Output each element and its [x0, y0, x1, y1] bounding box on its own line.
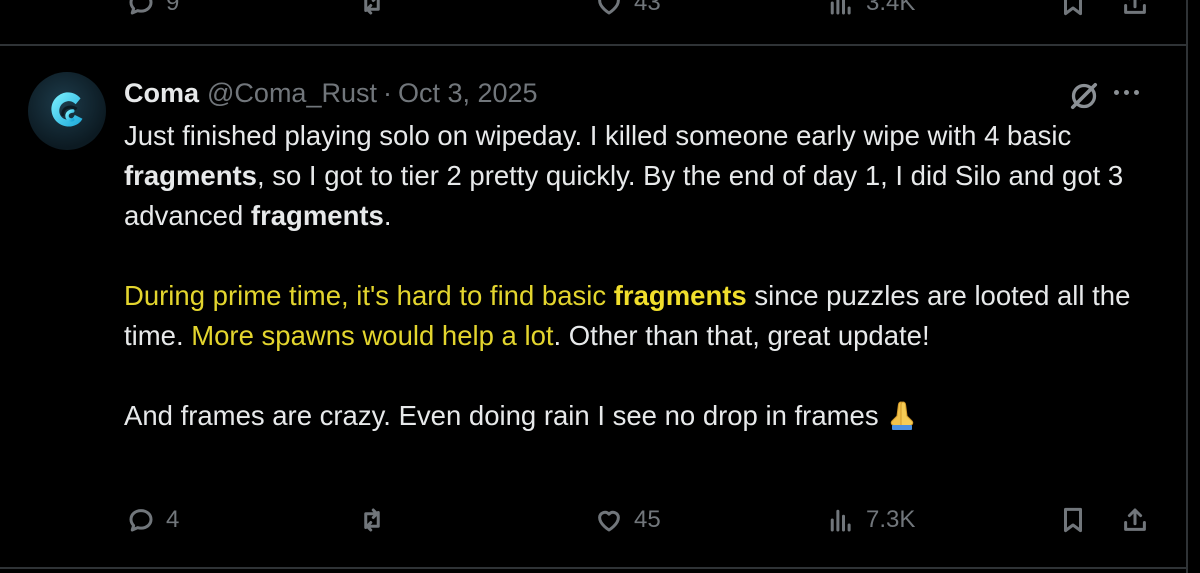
- timeline: 9 43 3.4K Coma @Coma_Rust · Oct 3, 2025 …: [0, 0, 1188, 573]
- views-icon: [830, 509, 851, 532]
- tweet-date[interactable]: Oct 3, 2025: [398, 78, 538, 109]
- logo-icon: [51, 92, 83, 127]
- user-handle[interactable]: @Coma_Rust: [207, 78, 377, 109]
- grok-icon: [1070, 82, 1098, 110]
- views-icon: [830, 0, 851, 15]
- text-run: Just finished playing solo on wipeday. I…: [124, 120, 1072, 151]
- like-button[interactable]: 43: [594, 0, 661, 18]
- tweet-paragraph: During prime time, it's hard to find bas…: [124, 276, 1154, 356]
- bookmark-icon: [1064, 0, 1082, 16]
- bookmark-icon: [1064, 507, 1082, 533]
- reply-icon: [129, 509, 153, 532]
- separator: ·: [382, 78, 392, 108]
- like-button[interactable]: 45: [594, 500, 661, 540]
- retweet-button[interactable]: [356, 0, 388, 18]
- views-count: 7.3K: [866, 506, 916, 533]
- reply-count: 9: [166, 0, 180, 16]
- tweet-actions: 4 45 7.3K: [0, 500, 1186, 540]
- retweet-icon: [364, 508, 380, 532]
- share-button[interactable]: [1120, 500, 1150, 540]
- previous-tweet-actions: 9 43 3.4K: [0, 0, 1186, 46]
- display-name[interactable]: Coma: [124, 78, 199, 109]
- retweet-icon: [364, 0, 380, 15]
- views-button[interactable]: 7.3K: [826, 500, 915, 540]
- views-button[interactable]: 3.4K: [826, 0, 915, 18]
- reply-icon: [129, 0, 153, 15]
- like-count: 45: [634, 506, 661, 533]
- tweet-text: Just finished playing solo on wipeday. I…: [124, 116, 1154, 436]
- highlighted-text: More spawns would help a lot: [191, 320, 554, 351]
- views-count: 3.4K: [866, 0, 916, 16]
- text-run: And frames are crazy. Even doing rain I …: [124, 400, 879, 431]
- reply-button[interactable]: 9: [126, 0, 179, 18]
- divider: [0, 567, 1186, 569]
- text-run: . Other than that, great update!: [553, 320, 930, 351]
- tweet-paragraph: And frames are crazy. Even doing rain I …: [124, 396, 1154, 436]
- text-run: .: [383, 200, 392, 231]
- highlighted-bold-term: fragments: [613, 280, 747, 311]
- reply-button[interactable]: 4: [126, 500, 179, 540]
- like-icon: [598, 510, 620, 532]
- tweet[interactable]: Coma @Coma_Rust · Oct 3, 2025 Just finis…: [0, 48, 1186, 567]
- retweet-button[interactable]: [356, 500, 388, 540]
- bold-term: fragments: [250, 200, 384, 231]
- share-button[interactable]: [1120, 0, 1150, 18]
- bookmark-button[interactable]: [1058, 0, 1088, 18]
- highlighted-text: During prime time, it's hard to find bas…: [124, 280, 614, 311]
- share-icon: [1124, 0, 1146, 14]
- more-icon[interactable]: [1114, 90, 1139, 95]
- tweet-header: Coma @Coma_Rust · Oct 3, 2025: [124, 78, 538, 110]
- bold-term: fragments: [124, 160, 257, 191]
- grok-button[interactable]: [1066, 78, 1102, 114]
- bookmark-button[interactable]: [1058, 500, 1088, 540]
- folded-hands-icon: [885, 399, 919, 431]
- reply-count: 4: [166, 506, 180, 533]
- tweet-paragraph: Just finished playing solo on wipeday. I…: [124, 116, 1154, 236]
- avatar[interactable]: [28, 72, 106, 150]
- share-icon: [1124, 508, 1146, 531]
- like-count: 43: [634, 0, 661, 16]
- like-icon: [598, 0, 620, 15]
